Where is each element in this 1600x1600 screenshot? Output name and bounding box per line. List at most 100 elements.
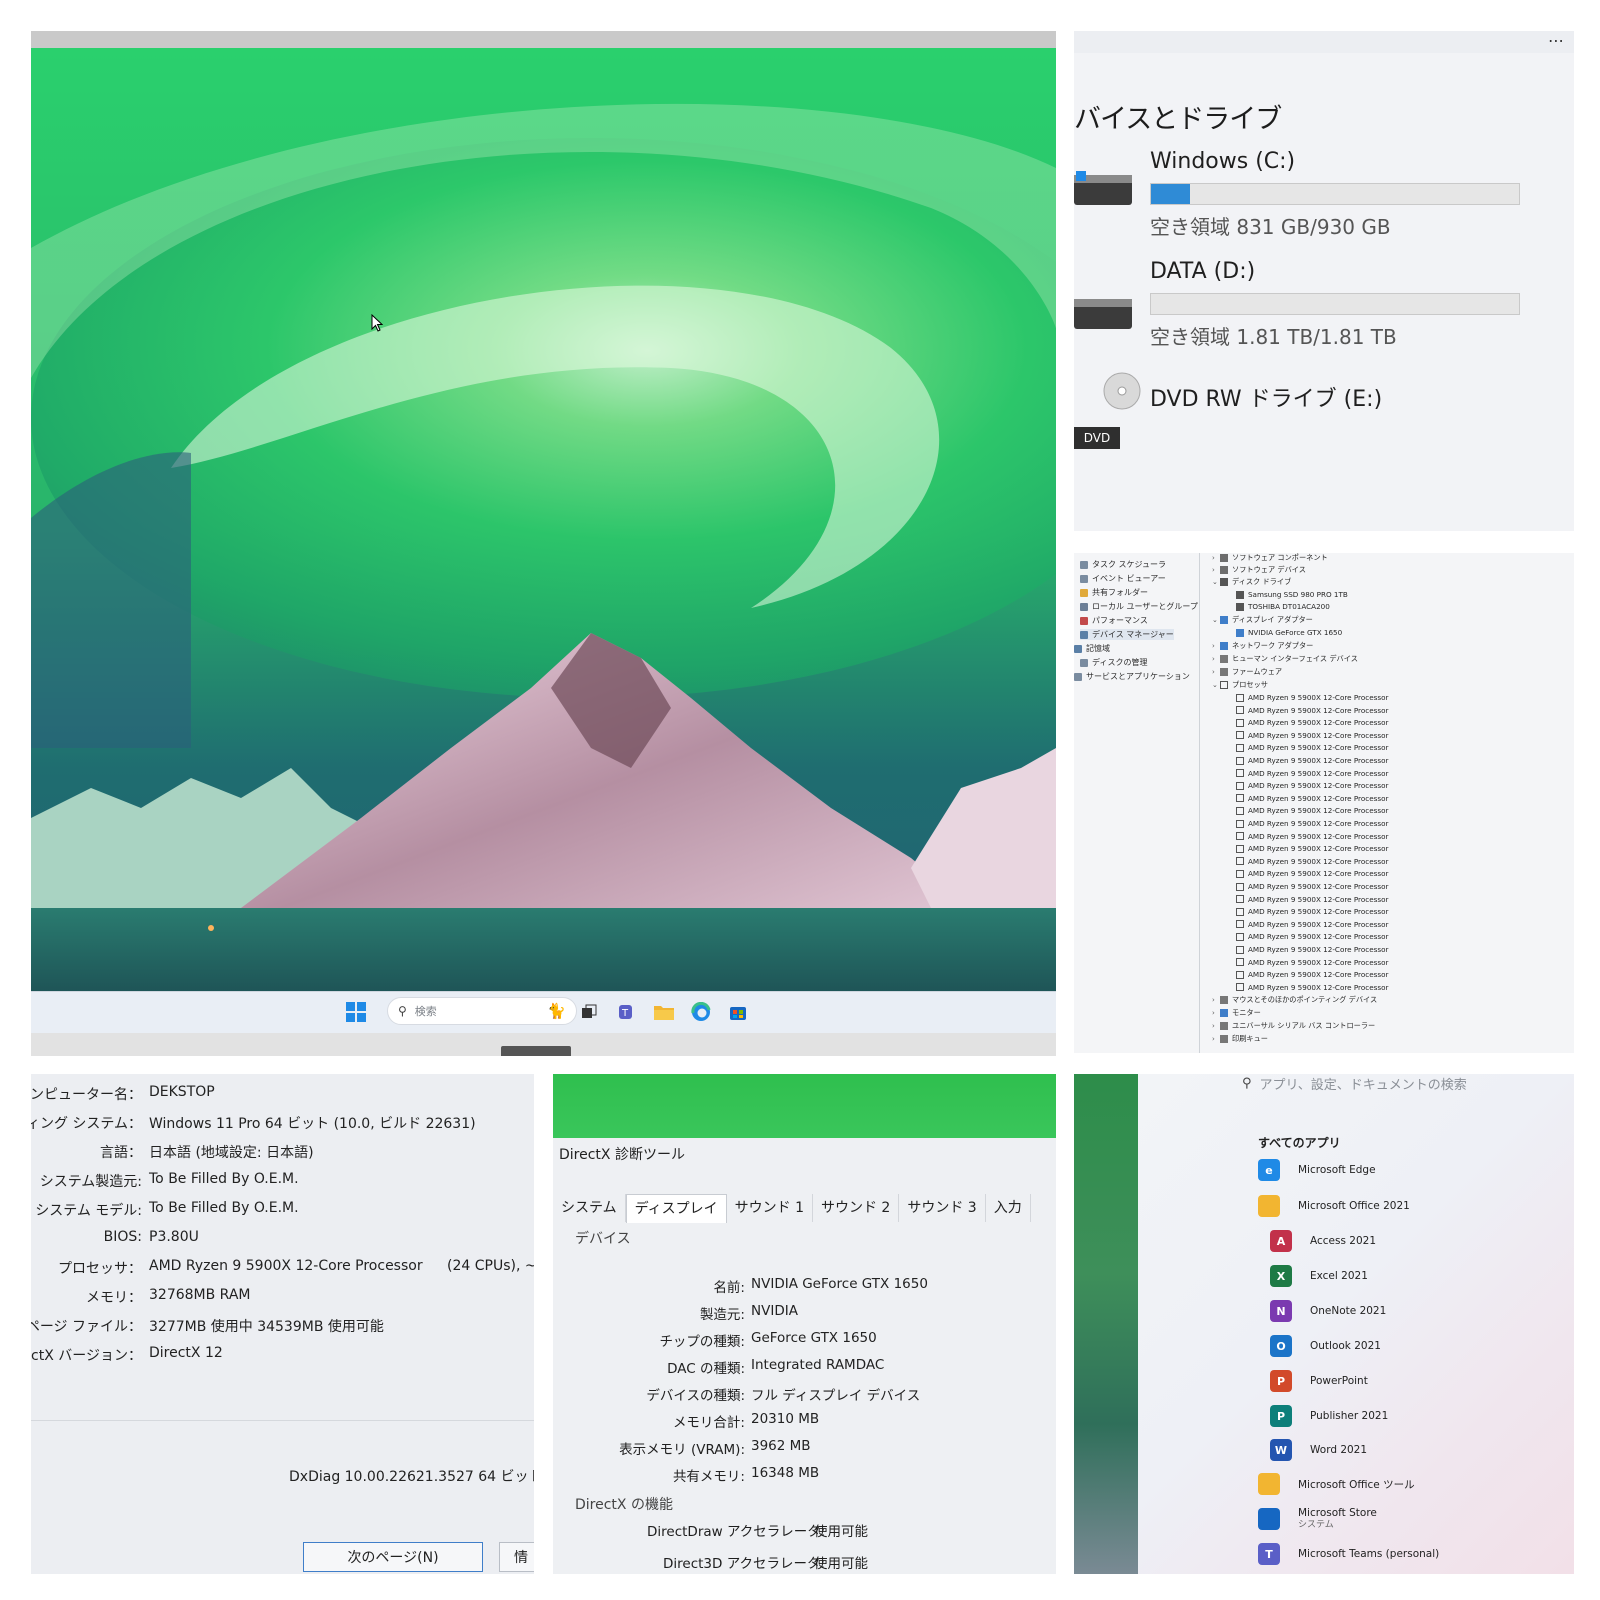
tree-local-users[interactable]: ローカル ユーザーとグループ: [1080, 601, 1198, 612]
tree-node-cpu[interactable]: AMD Ryzen 9 5900X 12-Core Processor: [1236, 769, 1388, 778]
edge-icon[interactable]: [688, 999, 714, 1025]
tab-sound-2[interactable]: サウンド 2: [813, 1194, 900, 1222]
tree-node-cpu[interactable]: AMD Ryzen 9 5900X 12-Core Processor: [1236, 781, 1388, 790]
app-item[interactable]: Microsoft Office 2021: [1258, 1195, 1410, 1217]
windows-start-icon[interactable]: [343, 999, 369, 1025]
app-item[interactable]: O Outlook 2021: [1270, 1335, 1381, 1357]
tree-node-cpu[interactable]: AMD Ryzen 9 5900X 12-Core Processor: [1236, 794, 1388, 803]
taskbar-search-box[interactable]: ⚲ 検索 🐈: [387, 997, 577, 1025]
tree-node-network[interactable]: › ネットワーク アダプター: [1212, 641, 1313, 651]
tree-node-software-device[interactable]: › ソフトウェア デバイス: [1212, 565, 1306, 575]
tree-label: ソフトウェア コンポーネント: [1232, 553, 1328, 562]
tab-sound-3[interactable]: サウンド 3: [899, 1194, 986, 1222]
tree-node-cpu[interactable]: AMD Ryzen 9 5900X 12-Core Processor: [1236, 895, 1388, 904]
app-item[interactable]: P Publisher 2021: [1270, 1405, 1388, 1427]
tree-node-disk-1[interactable]: Samsung SSD 980 PRO 1TB: [1236, 590, 1348, 599]
word-icon: W: [1270, 1439, 1292, 1461]
tree-node-cpu[interactable]: AMD Ryzen 9 5900X 12-Core Processor: [1236, 945, 1388, 954]
store-icon[interactable]: [725, 999, 751, 1025]
tree-node-cpu[interactable]: AMD Ryzen 9 5900X 12-Core Processor: [1236, 932, 1388, 941]
tree-label: ファームウェア: [1232, 667, 1283, 676]
dxdiag-version: DxDiag 10.00.22621.3527 64 ビット Unic: [289, 1469, 534, 1485]
tree-node-disk-2[interactable]: TOSHIBA DT01ACA200: [1236, 602, 1330, 611]
tree-node-cpu[interactable]: AMD Ryzen 9 5900X 12-Core Processor: [1236, 958, 1388, 967]
tree-node-gpu[interactable]: NVIDIA GeForce GTX 1650: [1236, 628, 1342, 637]
wallpaper-strip: [553, 1074, 1056, 1138]
tab-display[interactable]: ディスプレイ: [625, 1194, 727, 1223]
drive-e-name[interactable]: DVD RW ドライブ (E:): [1150, 381, 1382, 413]
tree-node-cpu[interactable]: AMD Ryzen 9 5900X 12-Core Processor: [1236, 756, 1388, 765]
more-options-icon[interactable]: ⋯: [1548, 31, 1564, 50]
field-label: コンピューター名：: [31, 1087, 142, 1103]
tree-event-viewer[interactable]: イベント ビューアー: [1080, 573, 1166, 584]
tree-shared-folders[interactable]: 共有フォルダー: [1080, 587, 1148, 598]
tree-node-cpu[interactable]: AMD Ryzen 9 5900X 12-Core Processor: [1236, 882, 1388, 891]
search-icon: ⚲: [398, 1004, 407, 1018]
app-item[interactable]: N OneNote 2021: [1270, 1300, 1386, 1322]
app-name: Word 2021: [1310, 1444, 1368, 1456]
tree-node-cpu[interactable]: AMD Ryzen 9 5900X 12-Core Processor: [1236, 832, 1388, 841]
access-icon: A: [1270, 1230, 1292, 1252]
app-name: OneNote 2021: [1310, 1305, 1387, 1317]
drive-c-name[interactable]: Windows (C:): [1150, 149, 1295, 174]
tree-node-software-component[interactable]: › ソフトウェア コンポーネント: [1212, 553, 1328, 563]
field-label: プロセッサ：: [58, 1261, 142, 1277]
info-button[interactable]: 情: [499, 1542, 534, 1572]
tree-node-monitor[interactable]: › モニター: [1212, 1008, 1261, 1018]
tree-label: ソフトウェア デバイス: [1232, 565, 1306, 574]
tree-node-processors[interactable]: ⌄ プロセッサ: [1212, 680, 1268, 690]
processor-icon: [1236, 806, 1244, 815]
tree-performance[interactable]: パフォーマンス: [1080, 615, 1148, 626]
processor-icon: [1236, 958, 1244, 967]
next-page-button[interactable]: 次のページ(N): [303, 1542, 483, 1572]
tree-services-apps[interactable]: サービスとアプリケーション: [1074, 671, 1190, 682]
app-item[interactable]: A Access 2021: [1270, 1230, 1376, 1252]
tree-disk-management[interactable]: ディスクの管理: [1080, 657, 1147, 668]
tree-node-cpu[interactable]: AMD Ryzen 9 5900X 12-Core Processor: [1236, 718, 1388, 727]
tree-device-manager[interactable]: デバイス マネージャー: [1080, 629, 1174, 640]
tree-node-cpu[interactable]: AMD Ryzen 9 5900X 12-Core Processor: [1236, 907, 1388, 916]
app-item[interactable]: T Microsoft Teams (personal): [1258, 1543, 1439, 1565]
tab-system[interactable]: システム: [553, 1194, 626, 1222]
app-item[interactable]: Microsoft Store システム: [1258, 1507, 1377, 1531]
tree-node-cpu[interactable]: AMD Ryzen 9 5900X 12-Core Processor: [1236, 706, 1388, 715]
tree-node-cpu[interactable]: AMD Ryzen 9 5900X 12-Core Processor: [1236, 857, 1388, 866]
tab-sound-1[interactable]: サウンド 1: [727, 1194, 813, 1222]
tree-node-usb[interactable]: › ユニバーサル シリアル バス コントローラー: [1212, 1021, 1375, 1031]
computer-management-tree: タスク スケジューラ イベント ビューアー 共有フォルダー ローカル ユーザーと…: [1074, 553, 1200, 1053]
tree-node-print-queue[interactable]: › 印刷キュー: [1212, 1034, 1268, 1044]
tree-node-cpu[interactable]: AMD Ryzen 9 5900X 12-Core Processor: [1236, 983, 1388, 992]
tree-node-hid[interactable]: › ヒューマン インターフェイス デバイス: [1212, 654, 1358, 664]
app-item[interactable]: e Microsoft Edge: [1258, 1159, 1376, 1181]
taskbar-search-placeholder: 検索: [414, 1005, 437, 1018]
tree-node-cpu[interactable]: AMD Ryzen 9 5900X 12-Core Processor: [1236, 743, 1388, 752]
start-search-box[interactable]: ⚲ アプリ、設定、ドキュメントの検索: [1242, 1074, 1467, 1093]
toolbar-strip: ⋯: [1074, 31, 1574, 53]
task-view-icon[interactable]: [576, 999, 602, 1025]
tree-label: 印刷キュー: [1232, 1034, 1268, 1043]
tree-node-cpu[interactable]: AMD Ryzen 9 5900X 12-Core Processor: [1236, 970, 1388, 979]
file-explorer-icon[interactable]: [651, 999, 677, 1025]
drive-d-name[interactable]: DATA (D:): [1150, 259, 1255, 284]
tree-node-display-adapters[interactable]: ⌄ ディスプレイ アダプター: [1212, 615, 1313, 625]
feature-value: 使用可能: [814, 1556, 868, 1572]
tree-storage[interactable]: 記憶域: [1074, 643, 1110, 654]
tab-input[interactable]: 入力: [986, 1194, 1031, 1222]
tree-node-mouse[interactable]: › マウスとそのほかのポインティング デバイス: [1212, 995, 1377, 1005]
tree-node-cpu[interactable]: AMD Ryzen 9 5900X 12-Core Processor: [1236, 806, 1388, 815]
app-item[interactable]: P PowerPoint: [1270, 1370, 1368, 1392]
processor-icon: [1236, 832, 1244, 841]
app-item[interactable]: X Excel 2021: [1270, 1265, 1368, 1287]
tree-node-cpu[interactable]: AMD Ryzen 9 5900X 12-Core Processor: [1236, 693, 1388, 702]
tree-node-cpu[interactable]: AMD Ryzen 9 5900X 12-Core Processor: [1236, 731, 1388, 740]
tree-node-firmware[interactable]: › ファームウェア: [1212, 667, 1282, 677]
app-item[interactable]: W Word 2021: [1270, 1439, 1367, 1461]
tree-node-cpu[interactable]: AMD Ryzen 9 5900X 12-Core Processor: [1236, 920, 1388, 929]
tree-node-cpu[interactable]: AMD Ryzen 9 5900X 12-Core Processor: [1236, 844, 1388, 853]
tree-node-cpu[interactable]: AMD Ryzen 9 5900X 12-Core Processor: [1236, 869, 1388, 878]
teams-icon[interactable]: T: [614, 999, 640, 1025]
app-item[interactable]: Microsoft Office ツール: [1258, 1473, 1415, 1495]
tree-node-disk-drives[interactable]: ⌄ ディスク ドライブ: [1212, 577, 1291, 587]
tree-node-cpu[interactable]: AMD Ryzen 9 5900X 12-Core Processor: [1236, 819, 1388, 828]
tree-task-scheduler[interactable]: タスク スケジューラ: [1080, 559, 1166, 570]
